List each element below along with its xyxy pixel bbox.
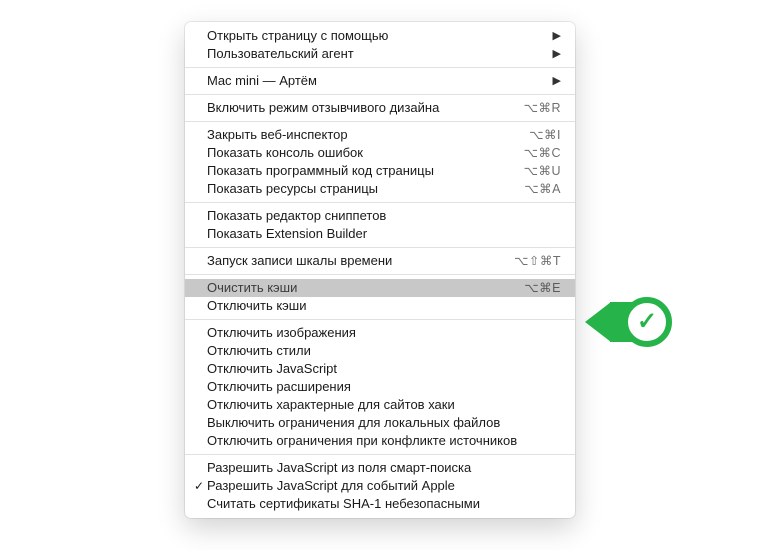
develop-menu: Открыть страницу с помощью▶Пользовательс…	[185, 22, 575, 518]
menu-item-label: Отключить расширения	[207, 378, 561, 396]
menu-item-shortcut: ⌥⌘E	[506, 279, 561, 297]
submenu-arrow-icon: ▶	[553, 27, 561, 45]
menu-item-label: Очистить кэши	[207, 279, 506, 297]
checkmark-icon: ✓	[193, 477, 205, 495]
menu-section: Включить режим отзывчивого дизайна⌥⌘R	[185, 98, 575, 118]
menu-item-apple-events-js[interactable]: ✓Разрешить JavaScript для событий Apple	[185, 477, 575, 495]
menu-item-responsive[interactable]: Включить режим отзывчивого дизайна⌥⌘R	[185, 99, 575, 117]
menu-item-disable-ext[interactable]: Отключить расширения	[185, 378, 575, 396]
highlight-callout: ✓	[585, 297, 672, 347]
menu-item-page-source[interactable]: Показать программный код страницы⌥⌘U	[185, 162, 575, 180]
submenu-arrow-icon: ▶	[553, 72, 561, 90]
menu-divider	[185, 247, 575, 248]
menu-item-label: Закрыть веб-инспектор	[207, 126, 511, 144]
menu-item-timeline-rec[interactable]: Запуск записи шкалы времени⌥⇧⌘T	[185, 252, 575, 270]
callout-bar	[610, 302, 634, 342]
menu-section: Показать редактор сниппетовПоказать Exte…	[185, 206, 575, 244]
menu-item-label: Mac mini — Артём	[207, 72, 553, 90]
menu-item-shortcut: ⌥⌘A	[506, 180, 561, 198]
menu-item-label: Показать консоль ошибок	[207, 144, 506, 162]
menu-item-shortcut: ⌥⌘I	[511, 126, 561, 144]
menu-item-disable-images[interactable]: Отключить изображения	[185, 324, 575, 342]
menu-item-error-console[interactable]: Показать консоль ошибок⌥⌘C	[185, 144, 575, 162]
menu-item-shortcut: ⌥⌘U	[506, 162, 561, 180]
menu-section: Очистить кэши⌥⌘EОтключить кэши	[185, 278, 575, 316]
menu-item-label: Показать ресурсы страницы	[207, 180, 506, 198]
menu-item-disable-local[interactable]: Выключить ограничения для локальных файл…	[185, 414, 575, 432]
menu-item-label: Отключить характерные для сайтов хаки	[207, 396, 561, 414]
menu-item-clear-caches[interactable]: Очистить кэши⌥⌘E	[185, 279, 575, 297]
menu-divider	[185, 319, 575, 320]
checkmark-icon: ✓	[637, 310, 657, 334]
menu-item-page-resources[interactable]: Показать ресурсы страницы⌥⌘A	[185, 180, 575, 198]
menu-item-label: Включить режим отзывчивого дизайна	[207, 99, 506, 117]
menu-item-ext-builder[interactable]: Показать Extension Builder	[185, 225, 575, 243]
menu-item-close-inspector[interactable]: Закрыть веб-инспектор⌥⌘I	[185, 126, 575, 144]
menu-divider	[185, 274, 575, 275]
menu-item-label: Разрешить JavaScript для событий Apple	[207, 477, 561, 495]
menu-item-label: Отключить ограничения при конфликте исто…	[207, 432, 561, 450]
menu-item-open-with[interactable]: Открыть страницу с помощью▶	[185, 27, 575, 45]
menu-item-disable-cors[interactable]: Отключить ограничения при конфликте исто…	[185, 432, 575, 450]
menu-section: Отключить изображенияОтключить стилиОткл…	[185, 323, 575, 451]
callout-arrow	[585, 302, 611, 342]
menu-item-label: Пользовательский агент	[207, 45, 553, 63]
menu-item-label: Отключить стили	[207, 342, 561, 360]
menu-section: Открыть страницу с помощью▶Пользовательс…	[185, 26, 575, 64]
menu-item-shortcut: ⌥⌘R	[506, 99, 561, 117]
menu-item-disable-hacks[interactable]: Отключить характерные для сайтов хаки	[185, 396, 575, 414]
menu-item-label: Показать программный код страницы	[207, 162, 506, 180]
menu-divider	[185, 202, 575, 203]
menu-section: Закрыть веб-инспектор⌥⌘IПоказать консоль…	[185, 125, 575, 199]
menu-item-mac-mini[interactable]: Mac mini — Артём▶	[185, 72, 575, 90]
menu-item-label: Показать редактор сниппетов	[207, 207, 561, 225]
menu-item-label: Выключить ограничения для локальных файл…	[207, 414, 561, 432]
menu-item-sha1-unsafe[interactable]: Считать сертификаты SHA-1 небезопасными	[185, 495, 575, 513]
menu-item-label: Открыть страницу с помощью	[207, 27, 553, 45]
menu-divider	[185, 94, 575, 95]
menu-section: Запуск записи шкалы времени⌥⇧⌘T	[185, 251, 575, 271]
menu-item-snippet-editor[interactable]: Показать редактор сниппетов	[185, 207, 575, 225]
menu-item-disable-styles[interactable]: Отключить стили	[185, 342, 575, 360]
menu-section: Mac mini — Артём▶	[185, 71, 575, 91]
menu-item-disable-js[interactable]: Отключить JavaScript	[185, 360, 575, 378]
menu-item-smart-js[interactable]: Разрешить JavaScript из поля смарт-поиск…	[185, 459, 575, 477]
menu-item-label: Отключить JavaScript	[207, 360, 561, 378]
menu-item-label: Считать сертификаты SHA-1 небезопасными	[207, 495, 561, 513]
menu-item-label: Отключить изображения	[207, 324, 561, 342]
menu-item-label: Запуск записи шкалы времени	[207, 252, 496, 270]
menu-section: Разрешить JavaScript из поля смарт-поиск…	[185, 458, 575, 514]
menu-divider	[185, 121, 575, 122]
submenu-arrow-icon: ▶	[553, 45, 561, 63]
callout-circle: ✓	[622, 297, 672, 347]
menu-item-label: Показать Extension Builder	[207, 225, 561, 243]
menu-item-label: Разрешить JavaScript из поля смарт-поиск…	[207, 459, 561, 477]
menu-divider	[185, 454, 575, 455]
menu-item-label: Отключить кэши	[207, 297, 561, 315]
menu-item-user-agent[interactable]: Пользовательский агент▶	[185, 45, 575, 63]
menu-divider	[185, 67, 575, 68]
menu-item-disable-caches[interactable]: Отключить кэши	[185, 297, 575, 315]
menu-item-shortcut: ⌥⌘C	[506, 144, 561, 162]
menu-item-shortcut: ⌥⇧⌘T	[496, 252, 561, 270]
